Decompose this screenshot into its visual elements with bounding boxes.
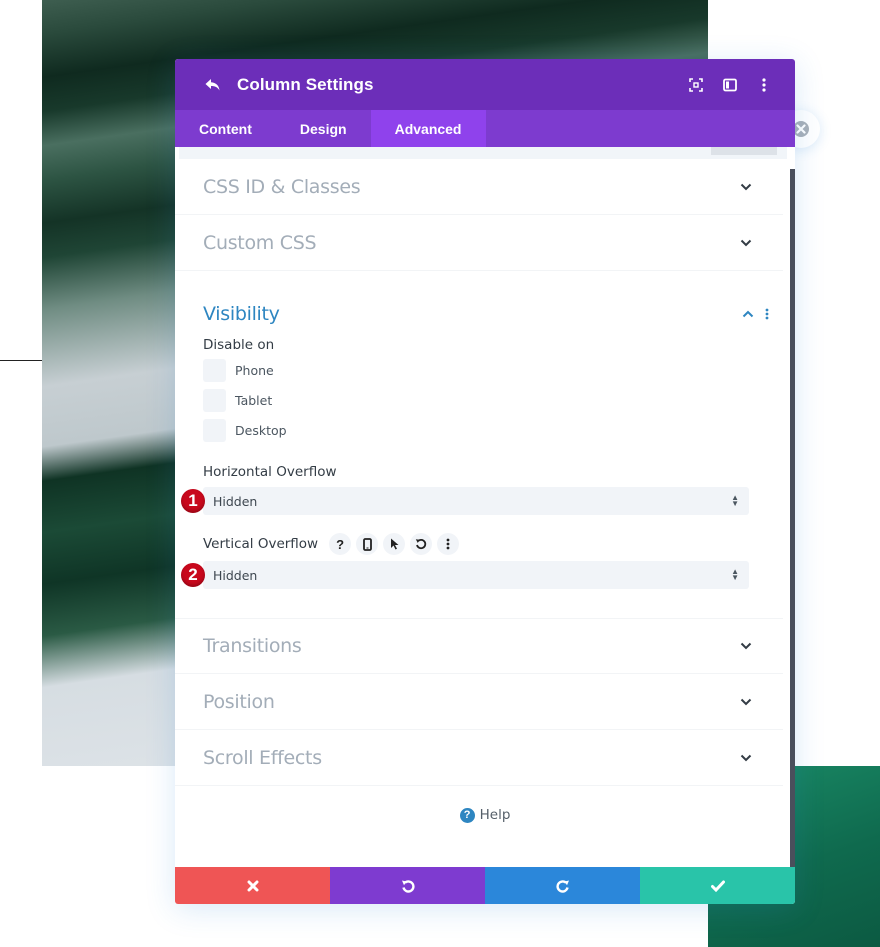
section-custom-css[interactable]: Custom CSS — [175, 215, 783, 271]
chevron-up-icon — [741, 307, 755, 321]
select-value: Hidden — [213, 567, 258, 583]
tab-advanced[interactable]: Advanced — [370, 110, 486, 147]
select-value: Hidden — [213, 493, 258, 509]
chevron-down-icon — [739, 639, 753, 653]
checkbox-label: Desktop — [235, 423, 287, 438]
reset-icon[interactable] — [410, 533, 433, 555]
modal-header: Column Settings — [175, 59, 795, 110]
help-link[interactable]: ? Help — [175, 807, 795, 823]
chevron-down-icon — [739, 751, 753, 765]
undo-icon — [401, 879, 415, 893]
visibility-header[interactable]: Visibility — [175, 271, 783, 333]
checkmark-icon — [710, 880, 725, 892]
partially-hidden-field — [179, 147, 787, 159]
save-button[interactable] — [640, 867, 795, 904]
scrollbar[interactable] — [790, 169, 795, 867]
close-icon — [247, 880, 258, 891]
checkbox[interactable] — [203, 389, 226, 412]
select-arrows-icon: ▲ ▼ — [731, 493, 739, 508]
step-badge-1: 1 — [181, 489, 205, 513]
select-arrows-icon: ▲ ▼ — [731, 567, 739, 582]
tab-content[interactable]: Content — [175, 110, 276, 147]
section-title: Position — [203, 690, 275, 713]
redo-button[interactable] — [485, 867, 640, 904]
horizontal-overflow-select[interactable]: 1 Hidden ▲ ▼ — [181, 487, 749, 515]
vertical-overflow-select[interactable]: 2 Hidden ▲ ▼ — [181, 561, 749, 589]
undo-button[interactable] — [330, 867, 485, 904]
checkbox-label: Tablet — [235, 393, 273, 408]
checkbox[interactable] — [203, 359, 226, 382]
page-canvas: Column Settings Content Design Advanced … — [0, 0, 880, 947]
tab-design[interactable]: Design — [276, 110, 371, 147]
responsive-phone-icon[interactable] — [356, 533, 379, 555]
settings-tabs: Content Design Advanced — [175, 110, 795, 147]
checkbox-tablet[interactable]: Tablet — [203, 389, 755, 412]
vertical-overflow-label: Vertical Overflow — [203, 536, 319, 552]
chevron-down-icon — [739, 236, 753, 250]
section-title: Visibility — [203, 303, 280, 325]
decorative-line — [0, 360, 42, 361]
disable-on-label: Disable on — [203, 337, 275, 353]
section-visibility: Visibility Disable on Phone Tablet Deskt… — [175, 271, 783, 619]
more-options-icon[interactable] — [437, 533, 460, 555]
step-badge-2: 2 — [181, 563, 205, 587]
section-css-id-classes[interactable]: CSS ID & Classes — [175, 159, 783, 215]
hover-cursor-icon[interactable] — [383, 533, 406, 555]
help-icon[interactable]: ? — [329, 533, 352, 555]
section-title: CSS ID & Classes — [203, 175, 361, 198]
cancel-button[interactable] — [175, 867, 330, 904]
checkbox[interactable] — [203, 419, 226, 442]
section-more-options-icon[interactable] — [765, 308, 769, 320]
help-label: Help — [479, 807, 511, 823]
visibility-body: Disable on Phone Tablet Desktop Horizont… — [175, 337, 783, 589]
section-transitions[interactable]: Transitions — [175, 619, 783, 674]
checkbox-label: Phone — [235, 363, 274, 378]
redo-icon — [555, 879, 569, 893]
section-position[interactable]: Position — [175, 674, 783, 730]
vertical-overflow-label-row: Vertical Overflow ? — [203, 533, 755, 555]
checkbox-desktop[interactable]: Desktop — [203, 419, 755, 442]
chevron-down-icon — [739, 695, 753, 709]
chevron-down-icon — [739, 180, 753, 194]
section-title: Scroll Effects — [203, 746, 322, 769]
help-circle-icon: ? — [459, 807, 475, 823]
modal-body: CSS ID & Classes Custom CSS Visibility D… — [175, 147, 795, 867]
back-icon[interactable] — [203, 75, 223, 95]
modal-title: Column Settings — [237, 74, 374, 94]
fullscreen-icon[interactable] — [683, 72, 709, 98]
horizontal-overflow-label: Horizontal Overflow — [203, 464, 337, 480]
checkbox-phone[interactable]: Phone — [203, 359, 755, 382]
column-settings-modal: Column Settings Content Design Advanced … — [175, 59, 795, 904]
split-view-icon[interactable] — [717, 72, 743, 98]
section-title: Custom CSS — [203, 231, 317, 254]
section-scroll-effects[interactable]: Scroll Effects — [175, 730, 783, 786]
modal-footer — [175, 867, 795, 904]
section-title: Transitions — [203, 635, 302, 657]
more-options-icon[interactable] — [751, 72, 777, 98]
